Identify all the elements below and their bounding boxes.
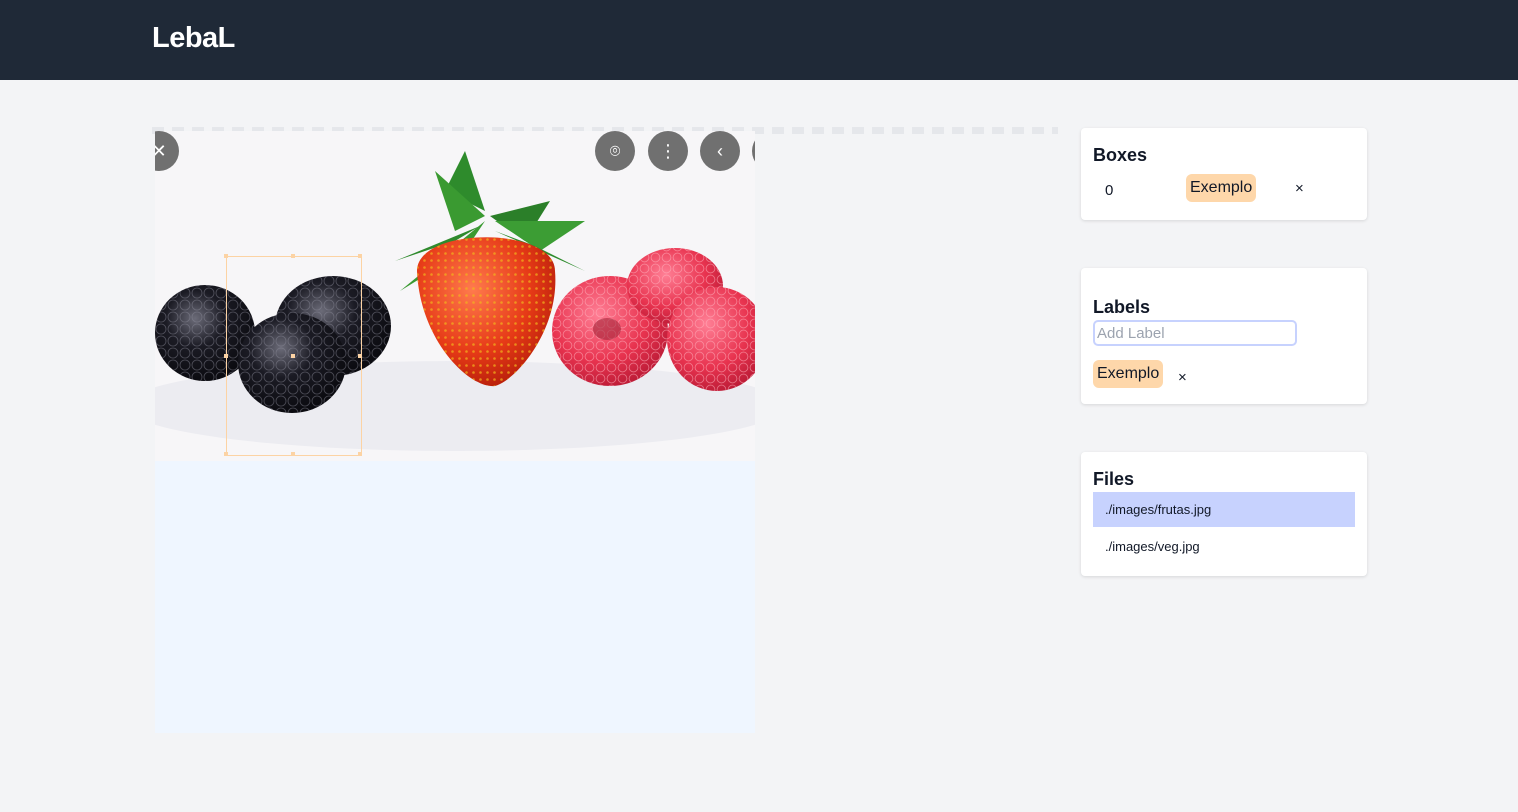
more-icon[interactable]: ⋮ xyxy=(648,131,688,171)
boxes-title: Boxes xyxy=(1093,145,1148,165)
box-index: 0 xyxy=(1105,182,1114,199)
labels-title: Labels xyxy=(1093,297,1151,317)
resize-handle[interactable] xyxy=(291,254,295,258)
more-glyph: ⋮ xyxy=(659,140,677,161)
remove-label-button[interactable]: × xyxy=(1178,369,1187,386)
label-tag[interactable]: Exemplo xyxy=(1093,360,1164,388)
resize-handle[interactable] xyxy=(358,452,362,456)
top-navbar: LebaL xyxy=(0,0,1518,80)
annotated-image[interactable]: ✕ ⌾ ⋮ ‹ xyxy=(155,131,755,461)
resize-handle[interactable] xyxy=(224,254,228,258)
file-item-veg[interactable]: ./images/veg.jpg xyxy=(1093,529,1355,564)
scan-glyph: ⌾ xyxy=(609,140,621,161)
annotation-canvas[interactable]: ✕ ⌾ ⋮ ‹ xyxy=(152,127,1058,735)
close-glyph: ✕ xyxy=(155,140,167,161)
resize-handle[interactable] xyxy=(291,452,295,456)
files-title: Files xyxy=(1093,469,1135,489)
chevron-glyph: ‹ xyxy=(717,140,723,161)
bounding-box[interactable] xyxy=(224,254,362,456)
add-label-input[interactable] xyxy=(1093,320,1297,346)
resize-handle[interactable] xyxy=(358,354,362,358)
boxes-panel: Boxes 0 Exemplo × xyxy=(1081,128,1367,220)
app-logo[interactable]: LebaL xyxy=(152,22,235,55)
box-label-tag[interactable]: Exemplo xyxy=(1186,174,1257,202)
resize-handle[interactable] xyxy=(358,254,362,258)
chevron-left-icon[interactable]: ‹ xyxy=(700,131,740,171)
file-item-frutas[interactable]: ./images/frutas.jpg xyxy=(1093,492,1355,527)
remove-box-button[interactable]: × xyxy=(1295,180,1304,197)
resize-handle[interactable] xyxy=(224,354,228,358)
resize-handle[interactable] xyxy=(224,452,228,456)
resize-handle[interactable] xyxy=(291,354,295,358)
files-panel: Files ./images/frutas.jpg ./images/veg.j… xyxy=(1081,452,1367,576)
canvas-empty-area[interactable] xyxy=(155,461,755,733)
labels-panel: Labels Exemplo × xyxy=(1081,268,1367,404)
scan-icon[interactable]: ⌾ xyxy=(595,131,635,171)
